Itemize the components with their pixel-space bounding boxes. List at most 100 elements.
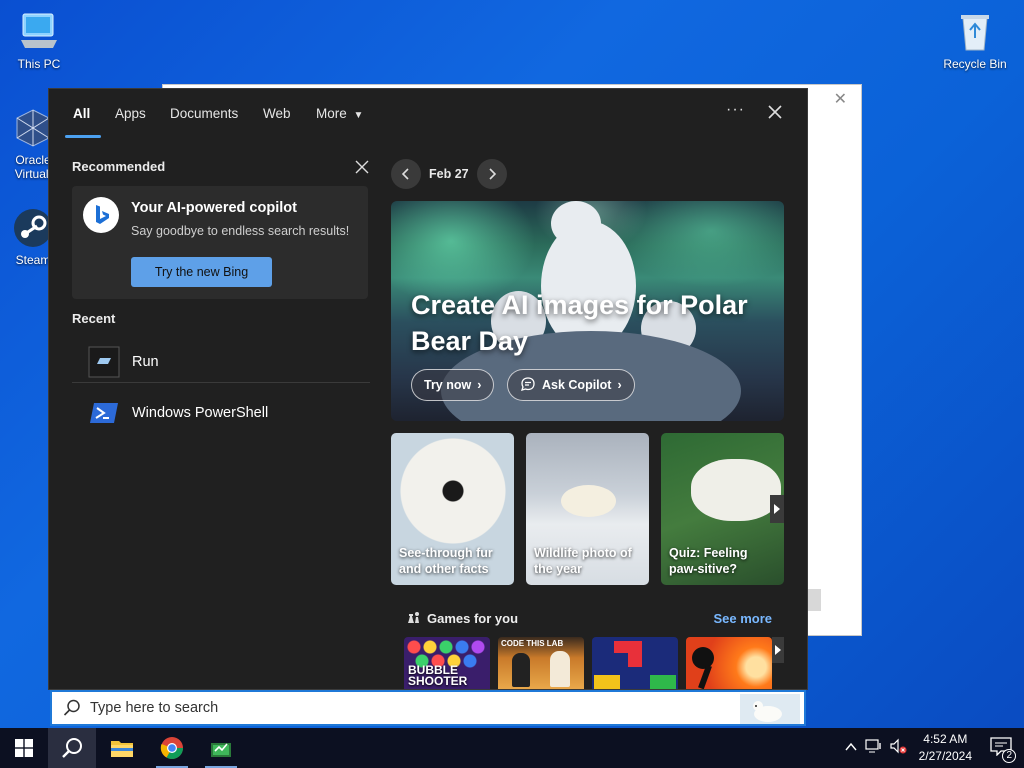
tab-documents[interactable]: Documents — [170, 106, 238, 121]
games-title: Games for you — [427, 611, 519, 626]
taskbar-file-explorer[interactable] — [98, 728, 146, 768]
ask-copilot-label: Ask Copilot — [542, 378, 612, 392]
tab-apps[interactable]: Apps — [115, 106, 146, 121]
active-tab-indicator — [65, 135, 101, 138]
taskbar-search-button[interactable] — [48, 728, 96, 768]
card-caption: Wildlife photo of the year — [534, 546, 632, 576]
try-now-label: Try now — [424, 378, 472, 392]
block-image — [628, 653, 642, 667]
close-icon[interactable] — [765, 102, 785, 122]
game-stickman[interactable] — [686, 637, 772, 689]
recycle-bin-icon — [953, 10, 997, 54]
block-image — [594, 675, 620, 689]
try-now-button[interactable]: Try now › — [411, 369, 495, 401]
hero-card[interactable]: Create AI images for Polar Bear Day Try … — [391, 201, 784, 421]
chess-icon — [405, 609, 421, 628]
search-tabs: All Apps Documents Web More ▼ ··· — [49, 89, 807, 139]
left-column: Recommended Your AI-powered copilot Say … — [72, 159, 370, 423]
more-options-icon[interactable]: ··· — [726, 101, 745, 119]
divider — [72, 382, 370, 383]
recommended-title: Recommended — [72, 159, 166, 174]
run-icon — [88, 346, 120, 378]
game-blocks[interactable] — [592, 637, 678, 689]
scroll-right-button[interactable] — [770, 495, 784, 523]
notification-count-badge: 2 — [1002, 748, 1016, 763]
chess-piece-image — [512, 653, 530, 687]
desktop-icon-recycle-bin[interactable]: Recycle Bin — [938, 10, 1012, 71]
card-caption: See-through fur and other facts — [399, 546, 493, 576]
block-image — [650, 675, 676, 689]
system-tray: 4:52 AM 2/27/2024 2 — [845, 728, 1024, 768]
games-header: Games for you — [405, 609, 518, 628]
highlight-cards: See-through fur and other facts Wildlife… — [391, 433, 786, 588]
tab-web[interactable]: Web — [263, 106, 291, 121]
recent-item-powershell[interactable]: Windows PowerShell — [72, 388, 370, 438]
card-wildlife-photo[interactable]: Wildlife photo of the year — [526, 433, 649, 585]
bing-promo-card[interactable]: Your AI-powered copilot Say goodbye to e… — [72, 186, 368, 299]
file-explorer-icon — [111, 741, 133, 757]
tab-more-label: More — [316, 106, 347, 121]
chevron-right-icon: › — [617, 378, 622, 392]
next-day-button[interactable] — [476, 159, 507, 189]
see-more-link[interactable]: See more — [713, 611, 772, 626]
promo-title: Your AI-powered copilot — [131, 200, 297, 216]
polar-bear-paw-image — [691, 459, 781, 521]
game-chess[interactable]: CODE THIS LAB — [498, 637, 584, 689]
system-clock[interactable]: 4:52 AM 2/27/2024 — [919, 731, 972, 765]
recent-item-run[interactable]: Run — [72, 337, 370, 387]
search-panel: All Apps Documents Web More ▼ ··· Recomm… — [48, 88, 808, 690]
try-bing-button[interactable]: Try the new Bing — [131, 257, 272, 287]
powershell-icon — [88, 397, 120, 429]
hero-title: Create AI images for Polar Bear Day — [411, 290, 748, 356]
card-polar-bear-face[interactable]: See-through fur and other facts — [391, 433, 514, 585]
desktop-icon-this-pc[interactable]: This PC — [2, 10, 76, 71]
desktop-icon-label: Recycle Bin — [943, 57, 1007, 71]
game-brand-label: CODE THIS LAB — [501, 639, 564, 648]
recent-title: Recent — [72, 311, 116, 326]
close-icon[interactable]: ✕ — [834, 89, 847, 109]
promo-subtitle: Say goodbye to endless search results! — [131, 224, 350, 238]
start-icon — [15, 739, 33, 757]
taskbar-search-box[interactable] — [50, 690, 806, 726]
search-input[interactable] — [90, 700, 690, 716]
date-navigator: Feb 27 — [391, 159, 507, 189]
volume-muted-icon[interactable] — [889, 738, 907, 759]
date-label: Feb 27 — [429, 167, 469, 181]
clock-date: 2/27/2024 — [918, 749, 972, 763]
recent-item-label: Run — [132, 354, 159, 370]
sleeping-bear-image — [561, 485, 616, 517]
bing-icon — [83, 197, 119, 233]
dismiss-recommended-icon[interactable] — [354, 159, 370, 175]
game-bubble-shooter[interactable]: BUBBLE SHOOTER — [404, 637, 490, 689]
taskbar-app[interactable] — [197, 728, 245, 768]
scrollbar-stub[interactable] — [807, 589, 821, 611]
chevron-right-icon: › — [477, 378, 482, 392]
notifications-icon[interactable]: 2 — [990, 736, 1016, 763]
computer-icon — [17, 10, 61, 54]
recent-item-label: Windows PowerShell — [132, 405, 269, 421]
taskbar: 4:52 AM 2/27/2024 2 — [0, 728, 1024, 768]
card-quiz[interactable]: Quiz: Feeling paw-sitive? — [661, 433, 784, 585]
game-title: BUBBLE SHOOTER — [408, 663, 468, 688]
app-icon — [211, 743, 231, 757]
games-scroll-right-button[interactable] — [772, 637, 784, 663]
clock-time: 4:52 AM — [923, 732, 968, 746]
polar-bear-search-highlight-icon — [740, 694, 800, 724]
chevron-up-icon[interactable] — [845, 739, 857, 757]
ask-copilot-button[interactable]: Ask Copilot › — [507, 369, 635, 401]
tab-all[interactable]: All — [73, 106, 90, 121]
network-icon[interactable] — [865, 738, 883, 759]
chat-icon — [520, 376, 536, 395]
desktop-icon-label: This PC — [17, 57, 61, 71]
chess-piece-image — [550, 651, 570, 687]
search-icon — [62, 698, 82, 718]
previous-day-button[interactable] — [391, 159, 421, 189]
taskbar-chrome[interactable] — [148, 728, 196, 768]
caret-down-icon: ▼ — [353, 110, 364, 121]
start-button[interactable] — [0, 728, 48, 768]
polar-bear-image — [551, 201, 601, 246]
tab-more[interactable]: More ▼ — [316, 106, 363, 121]
search-icon — [62, 738, 82, 758]
chrome-icon — [160, 737, 183, 759]
block-image — [614, 641, 642, 653]
